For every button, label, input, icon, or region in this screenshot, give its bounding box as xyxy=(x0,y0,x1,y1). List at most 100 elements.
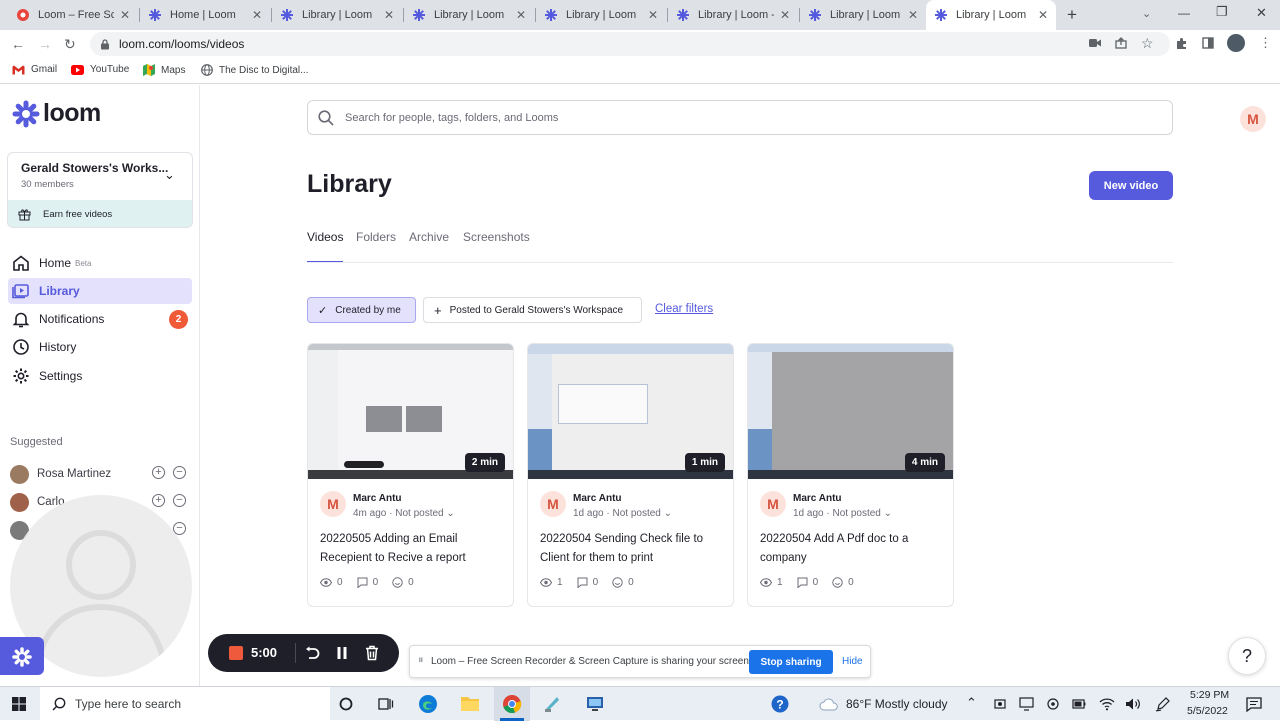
app-icon[interactable] xyxy=(543,695,561,713)
tab-archive[interactable]: Archive xyxy=(409,230,449,244)
browser-tab[interactable]: Library | Loom ✕ xyxy=(800,0,926,30)
pen-icon[interactable] xyxy=(1155,696,1171,712)
earn-free-videos[interactable]: Earn free videos xyxy=(8,200,192,227)
close-icon[interactable]: ✕ xyxy=(120,8,130,22)
tab-folders[interactable]: Folders xyxy=(356,230,396,244)
close-icon[interactable]: ✕ xyxy=(384,8,394,22)
video-title[interactable]: 20220504 Sending Check file to Client fo… xyxy=(540,530,725,568)
loom-launcher-button[interactable] xyxy=(0,637,44,675)
add-icon[interactable]: + xyxy=(152,494,165,507)
drag-handle-icon[interactable]: ⏸ xyxy=(418,654,424,667)
close-icon[interactable]: ✕ xyxy=(648,8,658,22)
tray-app-icon[interactable] xyxy=(993,697,1007,711)
video-title[interactable]: 20220504 Add A Pdf doc to a company xyxy=(760,530,945,568)
tab-search-chevron-icon[interactable]: ⌄ xyxy=(1142,7,1151,20)
share-icon[interactable] xyxy=(1115,37,1127,49)
help-button[interactable]: ? xyxy=(1228,637,1266,675)
back-icon[interactable]: ← xyxy=(11,36,25,52)
bookmark-star-icon[interactable]: ☆ xyxy=(1141,35,1154,52)
notification-center-icon[interactable] xyxy=(1246,697,1262,712)
taskbar-search-input[interactable]: Type here to search xyxy=(40,687,330,721)
chevron-down-icon[interactable]: ⌄ xyxy=(664,508,672,519)
tray-settings-icon[interactable] xyxy=(1046,697,1060,711)
sidebar-item-home[interactable]: Home Beta xyxy=(8,250,192,276)
clock-time[interactable]: 5:29 PM xyxy=(1190,689,1229,701)
browser-tab[interactable]: Library | Loom ✕ xyxy=(272,0,402,30)
sidebar-item-settings[interactable]: Settings xyxy=(8,363,192,389)
edge-icon[interactable] xyxy=(418,694,438,714)
sidebar-item-history[interactable]: History xyxy=(8,334,192,360)
user-avatar[interactable]: M xyxy=(1240,106,1266,132)
filter-posted-to-workspace[interactable]: + Posted to Gerald Stowers's Workspace xyxy=(423,297,642,323)
profile-avatar[interactable] xyxy=(1227,34,1245,52)
browser-tab-active[interactable]: Library | Loom ✕ xyxy=(926,0,1056,30)
workspace-switcher[interactable]: Gerald Stowers's Works... 30 members ⌄ E… xyxy=(7,152,193,228)
video-thumbnail[interactable]: 4 min xyxy=(748,344,953,479)
browser-tab[interactable]: Library | Loom - 4 ✕ xyxy=(668,0,798,30)
post-status[interactable]: Not posted xyxy=(612,508,660,519)
chevron-down-icon[interactable]: ⌄ xyxy=(884,508,892,519)
tab-screenshots[interactable]: Screenshots xyxy=(463,230,530,244)
browser-tab[interactable]: Home | Loom ✕ xyxy=(140,0,270,30)
address-bar[interactable]: loom.com/looms/videos xyxy=(90,32,1170,56)
dismiss-icon[interactable]: − xyxy=(173,494,186,507)
video-card[interactable]: 4 min M Marc Antu 1d ago · Not posted ⌄ … xyxy=(747,343,954,607)
sidebar-item-notifications[interactable]: Notifications 2 xyxy=(8,306,192,332)
maximize-icon[interactable]: ❐ xyxy=(1216,4,1228,20)
close-icon[interactable]: ✕ xyxy=(1038,8,1048,22)
pause-icon[interactable] xyxy=(336,646,348,660)
dismiss-icon[interactable]: − xyxy=(173,466,186,479)
camera-icon[interactable] xyxy=(1089,38,1101,48)
windows-start-icon[interactable] xyxy=(12,697,26,711)
cortana-icon[interactable] xyxy=(339,697,353,711)
new-tab-icon[interactable]: + xyxy=(1067,5,1077,25)
file-explorer-icon[interactable] xyxy=(460,695,480,712)
side-panel-icon[interactable] xyxy=(1202,37,1214,49)
post-status[interactable]: Not posted xyxy=(395,508,443,519)
video-thumbnail[interactable]: 2 min xyxy=(308,344,513,479)
add-icon[interactable]: + xyxy=(152,466,165,479)
bookmark-disc[interactable]: The Disc to Digital... xyxy=(201,64,308,76)
close-icon[interactable]: ✕ xyxy=(780,8,790,22)
chevron-down-icon[interactable]: ⌄ xyxy=(164,167,175,183)
trash-icon[interactable] xyxy=(365,645,379,661)
task-view-icon[interactable] xyxy=(378,697,394,711)
taskbar-chrome-active[interactable] xyxy=(494,687,530,721)
display-icon[interactable] xyxy=(1019,697,1034,711)
clock-date[interactable]: 5/5/2022 xyxy=(1187,705,1228,717)
browser-tab[interactable]: Library | Loom ✕ xyxy=(536,0,666,30)
bookmark-maps[interactable]: Maps xyxy=(143,64,185,76)
sidebar-item-library[interactable]: Library xyxy=(8,278,192,304)
video-card[interactable]: 1 min M Marc Antu 1d ago · Not posted ⌄ … xyxy=(527,343,734,607)
restart-icon[interactable] xyxy=(304,646,320,660)
new-video-button[interactable]: New video xyxy=(1089,171,1173,200)
close-icon[interactable]: ✕ xyxy=(516,8,526,22)
bookmark-gmail[interactable]: Gmail xyxy=(12,64,57,75)
close-icon[interactable]: ✕ xyxy=(908,8,918,22)
clear-filters-link[interactable]: Clear filters xyxy=(655,303,713,315)
bookmark-youtube[interactable]: YouTube xyxy=(71,64,129,75)
close-icon[interactable]: ✕ xyxy=(252,8,262,22)
suggested-person[interactable]: Rosa Martinez + − xyxy=(10,464,190,484)
weather-text[interactable]: 86°F Mostly cloudy xyxy=(846,697,948,711)
volume-icon[interactable] xyxy=(1125,697,1141,711)
hide-button[interactable]: Hide xyxy=(842,656,863,667)
video-thumbnail[interactable]: 1 min xyxy=(528,344,733,479)
remote-desktop-icon[interactable] xyxy=(585,694,605,714)
help-tip-icon[interactable]: ? xyxy=(771,695,789,713)
reload-icon[interactable]: ↻ xyxy=(64,36,76,53)
minimize-icon[interactable]: — xyxy=(1178,6,1190,20)
battery-icon[interactable] xyxy=(1072,698,1086,710)
extensions-icon[interactable] xyxy=(1175,37,1188,50)
forward-icon[interactable]: → xyxy=(38,36,52,52)
more-menu-icon[interactable]: ⋮ xyxy=(1259,35,1272,51)
tab-videos[interactable]: Videos xyxy=(307,230,343,244)
filter-created-by-me[interactable]: ✓ Created by me xyxy=(307,297,416,323)
chevron-down-icon[interactable]: ⌄ xyxy=(446,508,454,519)
wifi-icon[interactable] xyxy=(1099,697,1115,711)
stop-recording-button[interactable] xyxy=(229,646,243,660)
search-input[interactable]: Search for people, tags, folders, and Lo… xyxy=(307,100,1173,135)
browser-tab[interactable]: Library | Loom ✕ xyxy=(404,0,534,30)
window-close-icon[interactable]: ✕ xyxy=(1256,5,1267,21)
browser-tab[interactable]: Loom – Free Scre ✕ xyxy=(8,0,138,30)
